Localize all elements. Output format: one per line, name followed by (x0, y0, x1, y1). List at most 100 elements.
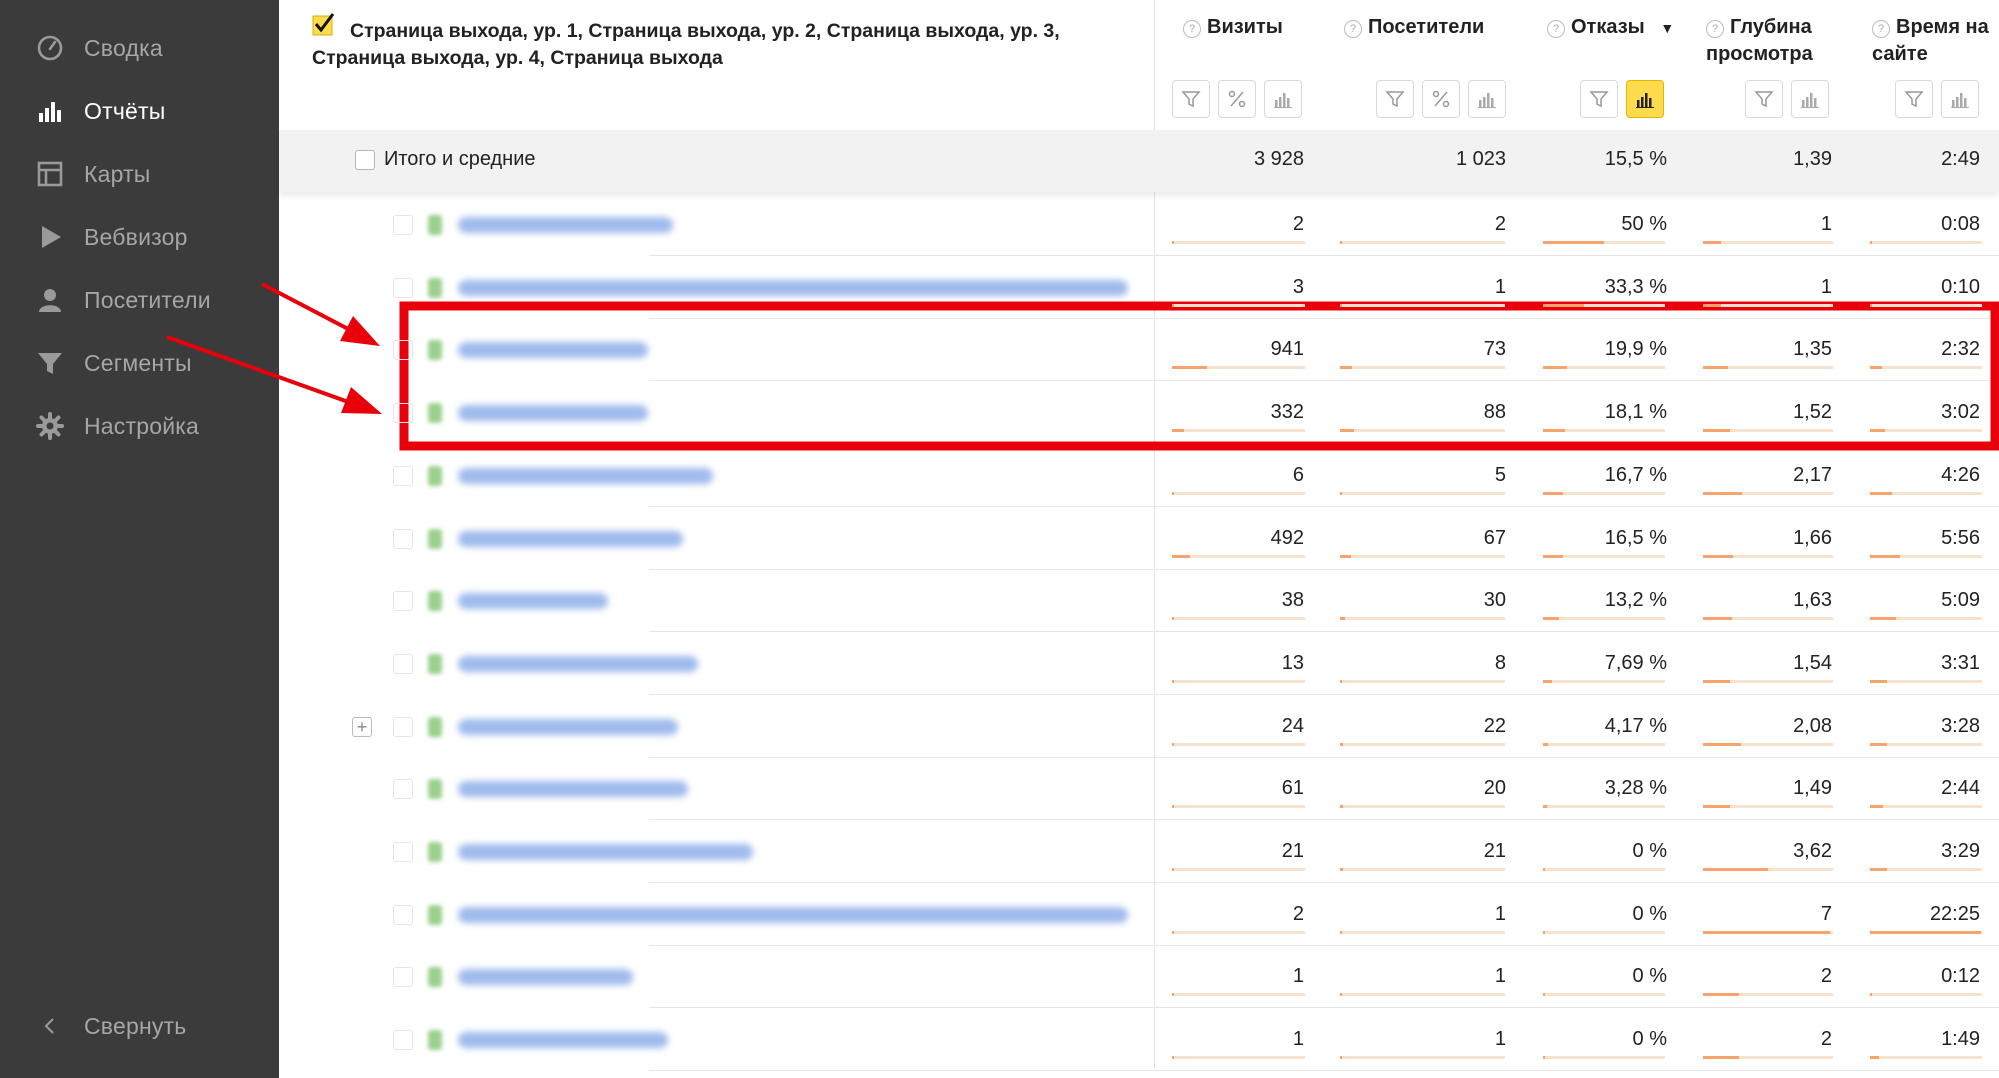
row-url-link[interactable] (458, 530, 683, 547)
cell-visits: 13 (1281, 651, 1304, 674)
cell-visitors: 73 (1483, 338, 1506, 361)
sort-desc-icon[interactable]: ▼ (1660, 20, 1674, 36)
filter-button[interactable] (1745, 80, 1783, 118)
row-url-link[interactable] (458, 342, 648, 359)
bar-chart-icon (1950, 89, 1970, 109)
row-url-link[interactable] (458, 467, 713, 484)
nav-item-maps[interactable]: Карты (0, 146, 279, 202)
row-url-link[interactable] (458, 655, 698, 672)
cell-time: 0:10 (1941, 275, 1980, 298)
chart-button[interactable] (1264, 80, 1302, 118)
row-checkbox[interactable] (393, 215, 413, 235)
share-bar-fill (1543, 679, 1553, 683)
totals-checkbox[interactable] (355, 150, 375, 170)
share-bar-fill (1703, 679, 1731, 683)
chart-button[interactable] (1941, 80, 1979, 118)
row-checkbox[interactable] (393, 528, 413, 549)
nav-item-segments[interactable]: Сегменты (0, 335, 279, 391)
cell-visitors: 30 (1483, 589, 1506, 612)
cell-time: 0:08 (1941, 213, 1980, 235)
row-checkbox[interactable] (393, 779, 413, 800)
help-icon[interactable]: ? (1344, 20, 1362, 38)
chart-button[interactable] (1468, 80, 1506, 118)
dimension-header-label[interactable]: Страница выхода, ур. 1, Страница выхода,… (312, 18, 1112, 72)
row-checkbox[interactable] (393, 465, 413, 486)
column-header-depth[interactable]: ? Глубина просмотра (1706, 14, 1836, 68)
row-checkbox[interactable] (393, 904, 413, 925)
row-checkbox[interactable] (393, 653, 413, 674)
cell-time: 1:49 (1941, 1028, 1980, 1051)
share-bar-fill (1870, 366, 1883, 370)
cell-bounces: 13,2 % (1604, 589, 1667, 612)
nav-item-reports[interactable]: Отчёты (0, 83, 279, 139)
column-header-bounces[interactable]: ? Отказы ▼ (1547, 14, 1674, 42)
cell-visits: 21 (1281, 840, 1304, 862)
row-checkbox[interactable] (393, 967, 413, 988)
row-url-link[interactable] (458, 718, 678, 735)
expand-row-button[interactable]: + (352, 716, 372, 737)
row-url-link[interactable] (458, 844, 753, 860)
filter-button[interactable] (1376, 80, 1414, 118)
map-layout-icon (34, 158, 66, 190)
share-bar-fill (1703, 930, 1831, 934)
help-icon[interactable]: ? (1706, 20, 1724, 38)
filter-button[interactable] (1895, 80, 1933, 118)
cell-time: 5:09 (1941, 589, 1980, 612)
share-bar-fill (1340, 491, 1342, 495)
totals-row (279, 130, 1999, 192)
cell-depth: 1 (1820, 213, 1832, 235)
row-url-link[interactable] (458, 1032, 668, 1049)
share-bar-fill (1703, 868, 1768, 871)
column-header-time[interactable]: ? Время на сайте (1872, 14, 1997, 68)
sidebar-collapse-button[interactable]: Свернуть (0, 998, 279, 1054)
share-bar-track (1172, 679, 1305, 683)
favicon-icon (428, 967, 442, 988)
row-url-link[interactable] (458, 781, 688, 798)
row-checkbox[interactable] (393, 591, 413, 612)
cell-depth: 1,66 (1793, 526, 1832, 549)
nav-item-summary[interactable]: Сводка (0, 20, 279, 76)
help-icon[interactable]: ? (1183, 20, 1201, 38)
row-checkbox[interactable] (393, 340, 413, 361)
row-checkbox[interactable] (393, 277, 413, 298)
column-header-visits[interactable]: ? Визиты (1183, 14, 1283, 41)
cell-visitors: 67 (1483, 526, 1506, 549)
share-bar-track (1340, 868, 1505, 871)
funnel-icon (34, 347, 66, 379)
row-checkbox[interactable] (393, 1030, 413, 1051)
row-url-link[interactable] (458, 593, 608, 610)
nav-item-settings[interactable]: Настройка (0, 398, 279, 454)
percent-button[interactable] (1218, 80, 1256, 118)
column-header-visitors[interactable]: ? Посетители (1344, 14, 1484, 41)
cell-visitors: 1 (1494, 902, 1506, 925)
row-url-link[interactable] (458, 906, 1128, 923)
cell-visitors: 21 (1483, 840, 1506, 862)
row-checkbox[interactable] (393, 716, 413, 737)
filter-button[interactable] (1172, 80, 1210, 118)
favicon-icon (428, 528, 442, 549)
percent-button[interactable] (1422, 80, 1460, 118)
percent-icon (1431, 89, 1451, 109)
chart-button[interactable] (1791, 80, 1829, 118)
row-checkbox[interactable] (393, 842, 413, 862)
nav-item-webvisor[interactable]: Вебвизор (0, 209, 279, 265)
cell-depth: 7 (1820, 902, 1832, 925)
row-checkbox[interactable] (393, 403, 413, 424)
share-bar-fill (1703, 429, 1731, 433)
filter-button[interactable] (1580, 80, 1618, 118)
row-url-link[interactable] (458, 969, 633, 986)
share-bar-track (1870, 1056, 1982, 1060)
row-url-link[interactable] (458, 217, 673, 233)
nav-item-visitors[interactable]: Посетители (0, 272, 279, 328)
row-url-link[interactable] (458, 279, 1128, 296)
share-bar-fill (1543, 429, 1566, 433)
row-url-link[interactable] (458, 405, 648, 422)
totals-time: 2:49 (1941, 148, 1980, 170)
cell-bounces: 0 % (1632, 1028, 1667, 1051)
share-bar-fill (1172, 679, 1174, 683)
share-bar-track (1870, 241, 1982, 244)
help-icon[interactable]: ? (1547, 20, 1565, 38)
chart-button[interactable] (1626, 80, 1664, 118)
help-icon[interactable]: ? (1872, 20, 1890, 38)
cell-visitors: 2 (1494, 213, 1506, 235)
